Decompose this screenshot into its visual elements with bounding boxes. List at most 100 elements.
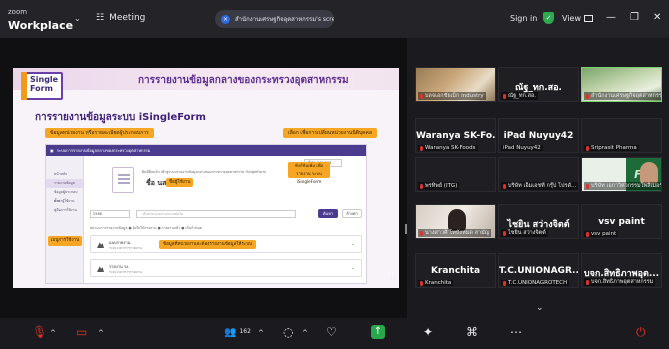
chat-icon[interactable]: ◌ bbox=[283, 326, 293, 338]
annotation-tag-username: ชื่อผู้ใช้งาน bbox=[166, 178, 194, 187]
participant-name: Waranya SK-Fo... bbox=[416, 131, 495, 141]
participant-tile[interactable]: นางสาวศิ โทบังหมด สามัญ bbox=[415, 204, 496, 239]
share-indicator-icon: × bbox=[221, 14, 230, 24]
muted-mic-icon bbox=[586, 231, 589, 237]
screen-share-pill[interactable]: × สำนักงานเศรษฐกิจอุตสาหกรรม's scre − bbox=[215, 10, 334, 28]
video-options-chevron-icon[interactable]: ^ bbox=[98, 330, 104, 337]
security-shield-icon[interactable]: ✓ bbox=[543, 12, 554, 24]
apps-icon[interactable]: ⌘ bbox=[466, 326, 478, 338]
welcome-text: ยินดีต้อนรับ เข้าสู่ระบบรายงานข้อมูลกลาง… bbox=[142, 170, 267, 174]
participant-tile[interactable]: บริษัท เอ็มเอชที กรุ๊ป โปรดั... bbox=[498, 157, 579, 192]
participant-tile[interactable]: Waranya SK-Fo... Waranya SK-Foods bbox=[415, 118, 496, 153]
reset-button: ล้างค่า bbox=[342, 209, 362, 218]
chevron-down-icon: ⌄ bbox=[350, 241, 355, 247]
participant-tile[interactable]: บลจเอกชัยเม็ก industry bbox=[415, 67, 496, 102]
participant-name: vsv paint bbox=[598, 217, 645, 227]
splitter-handle[interactable] bbox=[405, 224, 407, 234]
sidebar-item-home: หน้าหลัก bbox=[54, 172, 68, 176]
meeting-toolbar: 🎙 ^ ▭ ^ 👥 162 ^ ◌ ^ ♡ ↑ ✦ ⌘ ⋯ ⏻ bbox=[0, 318, 669, 349]
chat-chevron-icon[interactable]: ^ bbox=[302, 330, 308, 337]
participant-label: สำนักงานเศรษฐกิจอุตสาหกรรม bbox=[591, 93, 662, 99]
audio-options-chevron-icon[interactable]: ^ bbox=[50, 330, 56, 337]
presentation-slide: Single Form การรายงานข้อมูลกลางของกระทรวง… bbox=[13, 68, 399, 288]
participant-tile[interactable]: vsv paint vsv paint bbox=[581, 204, 662, 239]
slide-subtitle: การรายงานข้อมูลระบบ iSingleForm bbox=[35, 112, 206, 123]
participant-tile[interactable]: ณัฐ_ทก.สอ. ณัฐ_ทก.สอ. bbox=[498, 67, 579, 102]
participant-tile[interactable]: iPad Nuyuy42 iPad Nuyuy42 bbox=[498, 118, 579, 153]
muted-mic-icon bbox=[503, 230, 506, 236]
slide-page-number: 11 bbox=[390, 276, 397, 282]
participant-tile-active[interactable]: สำนักงานเศรษฐกิจอุตสาหกรรม bbox=[581, 67, 662, 102]
chevron-down-icon[interactable]: ⌄ bbox=[74, 14, 81, 23]
leave-meeting-icon[interactable]: ⏻ bbox=[636, 326, 646, 338]
shot-logo-icon: ▣ bbox=[50, 148, 54, 153]
muted-mic-icon bbox=[586, 93, 589, 99]
shot-header-text: ระบบการรายงานข้อมูลกลางของกระทรวงอุตสาหก… bbox=[56, 148, 151, 153]
shot-header: ▣ ระบบการรายงานข้อมูลกลางของกระทรวงอุตสา… bbox=[46, 145, 366, 156]
share-screen-button[interactable]: ↑ bbox=[371, 325, 385, 339]
more-icon[interactable]: ⋯ bbox=[510, 326, 522, 338]
participant-label: Kranchita bbox=[425, 280, 452, 286]
logo-strip bbox=[21, 72, 27, 100]
react-heart-icon[interactable]: ♡ bbox=[326, 326, 337, 338]
table-row: แบบรายงาน ระยะเวลาการรายงาน ข้อมูลที่หน่… bbox=[90, 235, 362, 253]
participant-tile[interactable]: พรทิพย์ (ITG) bbox=[415, 157, 496, 192]
annotation-tag-row: ข้อมูลที่หน่วยงานจะต้องรายงานข้อมูลให้ระ… bbox=[159, 240, 256, 249]
participant-label: บจก.สิทธิภาพอุตสาหกรรม bbox=[591, 279, 654, 285]
gallery-chevron-down-icon[interactable]: ⌄ bbox=[536, 303, 544, 313]
meeting-tab[interactable]: ☷ Meeting bbox=[96, 13, 145, 23]
logo-line2: Form bbox=[30, 84, 53, 93]
year-select: 2568 bbox=[90, 210, 130, 218]
participant-label: vsv paint bbox=[591, 231, 617, 237]
meeting-icon: ☷ bbox=[96, 13, 105, 23]
participant-tile[interactable]: Kranchita Kranchita bbox=[415, 253, 496, 288]
ai-companion-icon[interactable]: ✦ bbox=[423, 326, 433, 338]
system-screenshot: ▣ ระบบการรายงานข้อมูลกลางของกระทรวงอุตสา… bbox=[45, 144, 367, 284]
minimize-icon[interactable]: — bbox=[606, 12, 616, 23]
participants-chevron-icon[interactable]: ^ bbox=[258, 330, 264, 337]
sidebar-item-settings: ตั้งค่าผู้ใช้งาน bbox=[54, 199, 75, 203]
annotation-tag-menu: เมนูการใช้งาน bbox=[48, 236, 82, 246]
video-off-icon[interactable]: ▭ bbox=[76, 326, 87, 338]
maximize-icon[interactable]: ❐ bbox=[630, 12, 639, 23]
participants-button[interactable]: 👥 162 bbox=[224, 328, 251, 338]
muted-mic-icon bbox=[420, 183, 423, 189]
participant-label: ณัฐ_ทก.สอ. bbox=[508, 93, 536, 99]
sidebar-item-report: รายงานข้อมูล bbox=[46, 179, 83, 188]
participant-face bbox=[640, 162, 658, 184]
sign-in-link[interactable]: Sign in bbox=[510, 14, 537, 23]
participant-tile[interactable]: ไชยิน สว่างจิตต์ ไชยิน สว่างจิตต์ bbox=[498, 204, 579, 239]
participant-tile[interactable]: Sriprasit Pharma bbox=[581, 118, 662, 153]
muted-mic-icon bbox=[420, 145, 423, 151]
row-date: ระยะเวลาการรายงาน bbox=[109, 246, 142, 250]
factory-icon bbox=[97, 242, 104, 248]
participant-tile[interactable]: T.C.UNIONAGR... T.C.UNIONAGROTECH bbox=[498, 253, 579, 288]
participant-tile[interactable]: FW บริษัท เอกาวิศวกรรมโพลิเมอร์ bbox=[581, 157, 662, 192]
filter-bar: 2568 ค้นหาหน่วยงาน/แบบฟอร์ม ค้นหา ล้างค่… bbox=[90, 208, 362, 220]
zoom-window: zoom Workplace ⌄ ☷ Meeting × สำนักงานเศร… bbox=[0, 0, 669, 349]
view-button[interactable]: View bbox=[562, 14, 581, 23]
participant-label: พรทิพย์ (ITG) bbox=[425, 183, 458, 189]
annotation-tag-right: เลือก เพื่อการเปลี่ยนหน่วยงานนิติบุคคล bbox=[283, 128, 377, 138]
close-icon[interactable]: ✕ bbox=[653, 12, 661, 23]
participant-tile[interactable]: บจก.สิทธิภาพอุต... บจก.สิทธิภาพอุตสาหกรร… bbox=[581, 253, 662, 288]
view-grid-icon[interactable] bbox=[584, 15, 593, 22]
title-bar: zoom Workplace ⌄ ☷ Meeting × สำนักงานเศร… bbox=[0, 0, 669, 38]
participant-label: บริษัท เอกาวิศวกรรมโพลิเมอร์ bbox=[591, 183, 662, 189]
muted-mic-icon bbox=[586, 279, 589, 285]
document-icon bbox=[112, 167, 134, 193]
muted-mic-icon bbox=[586, 183, 589, 189]
isingleform-logo: Single Form bbox=[21, 72, 63, 100]
user-name: ชื่อ นส bbox=[146, 179, 167, 187]
table-row: รายงาน รง. ระยะเวลาการรายงาน ⌄ bbox=[90, 259, 362, 277]
participant-label: Sriprasit Pharma bbox=[591, 145, 637, 151]
share-text: สำนักงานเศรษฐกิจอุตสาหกรรม's scre bbox=[235, 16, 334, 23]
sidebar-item-operator: ข้อมูลผู้ประกอบการ bbox=[54, 190, 78, 203]
brand-big-text: Workplace bbox=[8, 19, 74, 32]
participant-label: T.C.UNIONAGROTECH bbox=[508, 280, 568, 286]
welcome-card: ยินดีต้อนรับ เข้าสู่ระบบรายงานข้อมูลกลาง… bbox=[112, 167, 266, 197]
shot-sidebar: หน้าหลัก รายงานข้อมูล ข้อมูลผู้ประกอบการ… bbox=[46, 156, 84, 283]
muted-mic-icon bbox=[503, 280, 506, 286]
mic-muted-icon[interactable]: 🎙 bbox=[32, 326, 47, 338]
slide-header-title: การรายงานข้อมูลกลางของกระทรวงอุตสาหกรรม bbox=[138, 75, 349, 86]
